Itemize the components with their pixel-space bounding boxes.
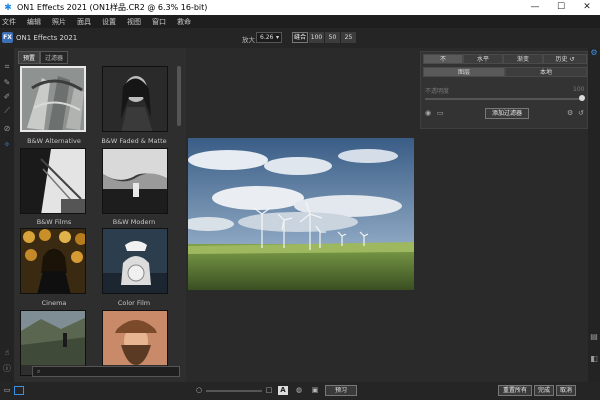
preset-label: Color Film (117, 299, 151, 307)
blend-tabs: 不 水平 渐变 历史 ↺ (423, 54, 587, 64)
zoom-label: 放大 (242, 36, 255, 44)
menu-edit[interactable]: 编辑 (27, 17, 41, 27)
opacity-value: 100 (573, 86, 585, 93)
top-toolbar: FX ON1 Effects 2021 放大 6.26 缝合 100 50 25 (0, 28, 600, 48)
preset-search-input[interactable]: ⌕ (32, 366, 180, 377)
zoom-50-button[interactable]: 50 (325, 32, 340, 43)
tab-history[interactable]: 历史 ↺ (543, 54, 587, 64)
cancel-button[interactable]: 取消 (556, 385, 576, 396)
tool-strip: ⌗ ✎ ✐ ⟋ ⊘ ✧ ☝ ⓘ (0, 48, 14, 400)
auto-button[interactable]: A (278, 386, 288, 395)
retouch-tool-icon[interactable]: ⊘ (2, 124, 12, 134)
compare-icon[interactable]: ◧ (589, 354, 599, 363)
grid-view-icon[interactable] (14, 386, 24, 395)
tab-filters[interactable]: 过滤器 (40, 51, 69, 64)
tab-presets[interactable]: 预置 (18, 51, 41, 64)
menu-mask[interactable]: 面具 (77, 17, 91, 27)
window-title: ON1 Effects 2021 (ON1样品.CR2 @ 6.3% 16-bi… (17, 3, 208, 12)
brush-tool-icon[interactable]: ✎ (2, 78, 12, 88)
preview-button[interactable]: 预习 (325, 385, 357, 396)
app-name: ON1 Effects 2021 (16, 34, 78, 42)
add-filter-button[interactable]: 添加过滤器 (485, 108, 529, 119)
opacity-slider-knob[interactable] (579, 95, 585, 101)
search-icon: ⌕ (37, 368, 41, 375)
done-button[interactable]: 完成 (534, 385, 554, 396)
effects-tool-icon[interactable]: ✧ (2, 140, 12, 150)
mask-brush-icon[interactable]: ✐ (2, 92, 12, 102)
window-controls: — ☐ ✕ (522, 0, 600, 15)
tab-horizontal[interactable]: 水平 (463, 54, 503, 64)
main-photo[interactable] (188, 138, 414, 290)
panel-toggle-icon[interactable]: ▭ (2, 386, 12, 395)
mask-view-icon[interactable]: ▣ (310, 386, 320, 395)
zoom-25-button[interactable]: 25 (341, 32, 356, 43)
reset-icon[interactable]: ↺ (578, 109, 584, 117)
preset-label: Cinema (41, 299, 67, 307)
menu-bar: 文件 编辑 照片 面具 设置 视图 窗口 救命 (0, 15, 600, 28)
preset-label: B&W Faded & Matte (101, 137, 167, 145)
compare-view-icon[interactable]: ◍ (294, 386, 304, 395)
preset-thumbnail[interactable] (20, 66, 86, 132)
presets-scrollbar[interactable] (177, 66, 181, 126)
app-icon: ✱ (4, 2, 12, 13)
image-canvas[interactable] (186, 48, 418, 382)
zoom-out-icon[interactable]: ○ (194, 386, 204, 395)
mode-tabs: 图层 本地 (423, 67, 587, 77)
menu-settings[interactable]: 设置 (102, 17, 116, 27)
preset-thumbnail[interactable] (20, 228, 86, 294)
crop-tool-icon[interactable]: ⌗ (2, 62, 12, 72)
menu-photo[interactable]: 照片 (52, 17, 66, 27)
filter-stack-box: 不 水平 渐变 历史 ↺ 图层 本地 不透明度 100 ◉ ▭ 添加过滤器 ⚙ … (420, 51, 588, 129)
mask-icon[interactable]: ▭ (437, 109, 444, 117)
gradient-tool-icon[interactable]: ⟋ (2, 106, 12, 116)
layers-icon[interactable]: ▤ (589, 332, 599, 341)
settings-icon[interactable]: ⚙ (567, 109, 573, 117)
preset-thumbnail[interactable] (20, 148, 86, 214)
hand-tool-icon[interactable]: ☝ (2, 348, 12, 358)
menu-file[interactable]: 文件 (2, 17, 16, 27)
preset-label: B&W Alternative (27, 137, 81, 145)
preset-thumbnail[interactable] (102, 148, 168, 214)
menu-window[interactable]: 窗口 (152, 17, 166, 27)
minimize-button[interactable]: — (522, 0, 548, 15)
presets-panel: 预置 过滤器 B&W Alternative B&W Faded & Matte (14, 48, 186, 382)
fit-button[interactable]: 缝合 (292, 32, 308, 43)
bottom-bar: ▭ ○ □ A ◍ ▣ 预习 重置所有 完成 取消 (0, 382, 600, 400)
layers-panel: 不 水平 渐变 历史 ↺ 图层 本地 不透明度 100 ◉ ▭ 添加过滤器 ⚙ … (418, 48, 588, 382)
preset-thumbnail[interactable] (102, 228, 168, 294)
zoom-100-button[interactable]: 100 (309, 32, 324, 43)
panel-tabs: 预置 过滤器 (18, 51, 69, 64)
maximize-button[interactable]: ☐ (548, 0, 574, 15)
tab-layer[interactable]: 图层 (423, 67, 505, 77)
info-icon[interactable]: ⓘ (2, 364, 12, 374)
menu-help[interactable]: 救命 (177, 17, 191, 27)
gear-icon[interactable]: ⚙ (589, 48, 599, 57)
zoom-slider[interactable] (206, 390, 262, 392)
camera-icon[interactable]: ◉ (425, 109, 431, 117)
zoom-select[interactable]: 6.26 (256, 32, 282, 43)
opacity-label: 不透明度 (425, 88, 450, 95)
title-bar: ✱ ON1 Effects 2021 (ON1样品.CR2 @ 6.3% 16-… (0, 0, 600, 15)
preset-thumbnail[interactable] (102, 66, 168, 132)
right-strip: ⚙ ▤ ◧ (588, 48, 600, 400)
tab-none[interactable]: 不 (423, 54, 463, 64)
preset-label: B&W Films (36, 218, 72, 226)
zoom-in-icon[interactable]: □ (264, 386, 274, 395)
tab-gradient[interactable]: 渐变 (503, 54, 543, 64)
preset-label: B&W Modern (112, 218, 156, 226)
app-logo: FX (2, 32, 13, 43)
close-button[interactable]: ✕ (574, 0, 600, 15)
reset-all-button[interactable]: 重置所有 (498, 385, 532, 396)
opacity-slider[interactable] (425, 98, 581, 100)
tab-local[interactable]: 本地 (505, 67, 587, 77)
menu-view[interactable]: 视图 (127, 17, 141, 27)
